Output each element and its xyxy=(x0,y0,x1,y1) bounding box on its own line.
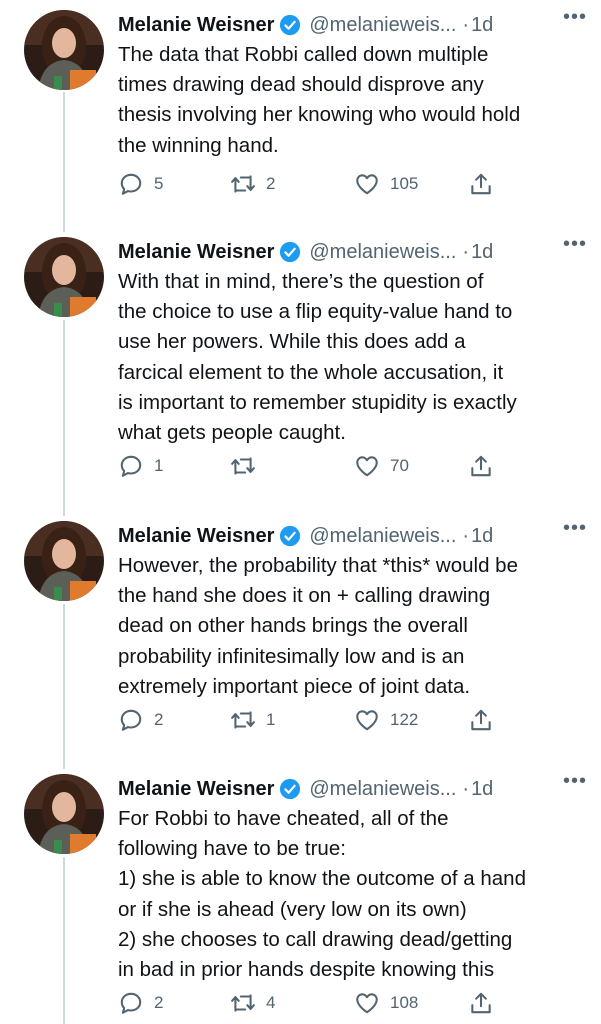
share-icon xyxy=(471,992,491,1014)
reply-button[interactable]: 2 xyxy=(118,705,163,735)
tweet[interactable]: Melanie Weisner @melanieweis... · 1d •••… xyxy=(0,2,601,220)
like-button[interactable]: 108 xyxy=(354,988,418,1018)
heart-icon xyxy=(356,174,378,195)
reply-icon xyxy=(120,992,142,1014)
heart-icon xyxy=(356,710,378,731)
tweet-text: The data that Robbi called down multiple… xyxy=(118,43,521,157)
timestamp[interactable]: 1d xyxy=(471,778,493,801)
separator: · xyxy=(462,524,470,547)
tweet[interactable]: Melanie Weisner @melanieweis... · 1d •••… xyxy=(0,513,601,763)
timestamp[interactable]: 1d xyxy=(471,525,493,548)
reply-button[interactable]: 1 xyxy=(118,451,163,481)
avatar[interactable] xyxy=(24,237,104,317)
verified-badge-icon xyxy=(280,241,301,263)
tweet-text: With that in mind, there’s the question … xyxy=(118,270,517,445)
more-options-icon[interactable]: ••• xyxy=(563,517,587,540)
retweet-button[interactable]: 1 xyxy=(230,705,275,735)
retweet-count: 4 xyxy=(266,993,276,1012)
retweet-button[interactable] xyxy=(230,451,266,481)
like-button[interactable]: 70 xyxy=(354,451,409,481)
more-options-icon[interactable]: ••• xyxy=(563,233,587,256)
retweet-count: 2 xyxy=(266,174,276,193)
avatar-photo xyxy=(24,237,104,317)
tweet-header: Melanie Weisner @melanieweis... · 1d xyxy=(118,237,589,267)
reply-button[interactable]: 5 xyxy=(118,169,163,199)
tweet-actions: 5 2 105 xyxy=(118,169,518,199)
avatar[interactable] xyxy=(24,774,104,854)
retweet-icon xyxy=(231,711,255,729)
reply-button[interactable]: 2 xyxy=(118,988,163,1018)
tweet-actions: 2 4 108 xyxy=(118,988,518,1018)
share-icon xyxy=(471,173,491,195)
reply-icon xyxy=(120,709,142,731)
tweet[interactable]: Melanie Weisner @melanieweis... · 1d •••… xyxy=(0,766,601,1024)
avatar[interactable] xyxy=(24,521,104,601)
reply-count: 1 xyxy=(154,456,164,475)
tweet-actions: 1 70 xyxy=(118,451,518,481)
retweet-icon xyxy=(231,175,255,193)
reply-count: 5 xyxy=(154,174,164,193)
tweet[interactable]: Melanie Weisner @melanieweis... · 1d •••… xyxy=(0,229,601,509)
retweet-icon xyxy=(231,994,255,1012)
verified-badge-icon xyxy=(280,525,301,547)
tweet-text: However, the probability that *this* wou… xyxy=(118,554,518,698)
more-options-icon[interactable]: ••• xyxy=(563,6,587,29)
like-count: 105 xyxy=(390,174,419,193)
tweet-header: Melanie Weisner @melanieweis... · 1d xyxy=(118,10,589,40)
share-icon xyxy=(471,455,491,477)
like-count: 70 xyxy=(390,456,409,475)
heart-icon xyxy=(356,456,378,477)
avatar-photo xyxy=(24,521,104,601)
separator: · xyxy=(462,240,470,263)
like-button[interactable]: 122 xyxy=(354,705,418,735)
tweet-header: Melanie Weisner @melanieweis... · 1d xyxy=(118,521,589,551)
like-button[interactable]: 105 xyxy=(354,169,418,199)
author-name[interactable]: Melanie Weisner xyxy=(118,14,274,37)
share-button[interactable] xyxy=(468,705,494,735)
retweet-count: 1 xyxy=(266,710,276,729)
retweet-button[interactable]: 4 xyxy=(230,988,275,1018)
share-button[interactable] xyxy=(468,169,494,199)
reply-count: 2 xyxy=(154,993,164,1012)
author-handle[interactable]: @melanieweis... xyxy=(309,778,456,801)
avatar-photo xyxy=(24,774,104,854)
heart-icon xyxy=(356,993,378,1014)
author-handle[interactable]: @melanieweis... xyxy=(309,241,456,264)
reply-icon xyxy=(120,173,142,195)
retweet-button[interactable]: 2 xyxy=(230,169,275,199)
share-button[interactable] xyxy=(468,988,494,1018)
like-count: 122 xyxy=(390,710,419,729)
share-icon xyxy=(471,709,491,731)
avatar-photo xyxy=(24,10,104,90)
reply-count: 2 xyxy=(154,710,164,729)
timestamp[interactable]: 1d xyxy=(471,14,493,37)
like-count: 108 xyxy=(390,993,419,1012)
timestamp[interactable]: 1d xyxy=(471,241,493,264)
author-name[interactable]: Melanie Weisner xyxy=(118,778,274,801)
tweet-text: For Robbi to have cheated, all of the fo… xyxy=(118,807,526,982)
tweet-actions: 2 1 122 xyxy=(118,705,518,735)
reply-icon xyxy=(120,455,142,477)
avatar[interactable] xyxy=(24,10,104,90)
share-button[interactable] xyxy=(468,451,494,481)
author-handle[interactable]: @melanieweis... xyxy=(309,525,456,548)
separator: · xyxy=(462,13,470,36)
author-handle[interactable]: @melanieweis... xyxy=(309,14,456,37)
separator: · xyxy=(462,777,470,800)
retweet-icon xyxy=(231,457,255,475)
tweet-header: Melanie Weisner @melanieweis... · 1d xyxy=(118,774,589,804)
verified-badge-icon xyxy=(280,778,301,800)
more-options-icon[interactable]: ••• xyxy=(563,770,587,793)
verified-badge-icon xyxy=(280,14,301,36)
author-name[interactable]: Melanie Weisner xyxy=(118,241,274,264)
author-name[interactable]: Melanie Weisner xyxy=(118,525,274,548)
